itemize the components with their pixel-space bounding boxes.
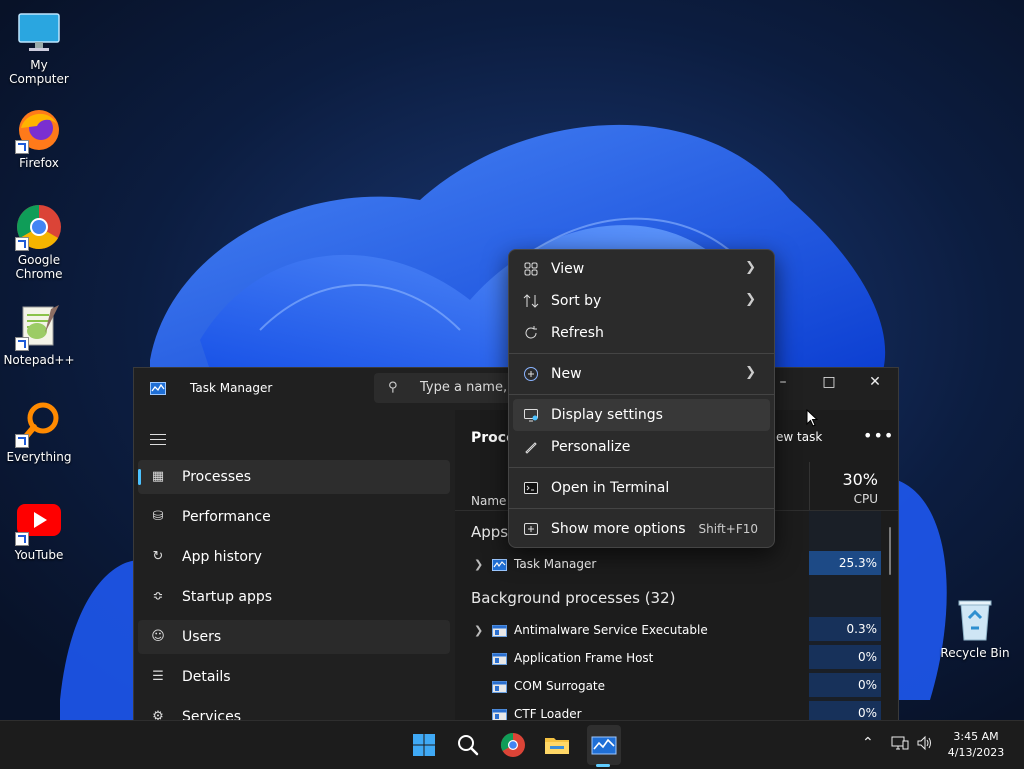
column-divider: [809, 462, 810, 510]
process-window-icon: [492, 625, 507, 637]
apps-group-header: Apps: [471, 523, 509, 541]
nav-item-services[interactable]: ⚙ Services: [138, 700, 450, 721]
new-plus-icon: [524, 367, 538, 381]
nav-item-processes[interactable]: ▦ Processes: [138, 460, 450, 494]
expand-chevron-icon[interactable]: ❯: [474, 624, 483, 637]
menu-item-display-settings[interactable]: Display settings: [513, 399, 770, 431]
navigation-pane: ▦ Processes ⛁ Performance ↻ App history …: [134, 410, 454, 721]
running-indicator: [596, 764, 610, 767]
file-explorer-icon[interactable]: [541, 729, 573, 761]
sort-icon: [523, 294, 539, 308]
network-icon[interactable]: [891, 735, 909, 751]
shortcut-label: Shift+F10: [698, 522, 758, 536]
volume-icon[interactable]: [916, 735, 934, 751]
cpu-column-header[interactable]: CPU: [854, 492, 878, 506]
show-hidden-icons-chevron-icon[interactable]: ⌃: [862, 735, 874, 751]
users-icon: ☺: [151, 629, 165, 644]
nav-item-performance[interactable]: ⛁ Performance: [138, 500, 450, 534]
processes-icon: ▦: [151, 469, 165, 484]
table-row[interactable]: Application Frame Host 0%: [455, 645, 898, 673]
personalize-pen-icon: [525, 442, 537, 454]
shortcut-arrow-icon: [15, 140, 29, 154]
everything-search-icon: [15, 400, 63, 448]
start-windows-icon[interactable]: [408, 729, 440, 761]
display-settings-icon: [524, 409, 538, 422]
table-row[interactable]: COM Surrogate 0%: [455, 673, 898, 701]
nav-item-details[interactable]: ☰ Details: [138, 660, 450, 694]
app-history-icon: ↻: [152, 549, 164, 564]
desktop-context-menu: View ❯ Sort by ❯ Refresh New ❯ Display s…: [508, 249, 775, 548]
shortcut-arrow-icon: [15, 337, 29, 351]
refresh-icon: [525, 326, 537, 339]
menu-item-view[interactable]: View ❯: [513, 253, 770, 285]
window-title: Task Manager: [190, 381, 273, 395]
menu-item-new[interactable]: New ❯: [513, 358, 770, 390]
youtube-icon: [15, 498, 63, 546]
menu-item-personalize[interactable]: Personalize: [513, 431, 770, 463]
menu-separator: [509, 508, 774, 509]
monitor-icon: [15, 8, 63, 56]
menu-item-sort-by[interactable]: Sort by ❯: [513, 285, 770, 317]
search-icon: ⚲: [388, 380, 398, 395]
desktop-icon-notepadpp[interactable]: Notepad++: [0, 303, 78, 367]
chrome-taskbar-icon[interactable]: [497, 729, 529, 761]
process-window-icon: [492, 653, 507, 665]
menu-separator: [509, 394, 774, 395]
chevron-right-icon: ❯: [745, 292, 756, 307]
task-manager-logo-icon: [150, 382, 166, 395]
table-row[interactable]: ❯ Task Manager 25.3%: [455, 551, 898, 579]
more-options-button[interactable]: •••: [863, 426, 894, 445]
table-row[interactable]: ❯ Antimalware Service Executable 0.3%: [455, 617, 898, 645]
hamburger-menu-icon[interactable]: [150, 430, 166, 449]
performance-icon: ⛁: [152, 509, 164, 524]
system-clock[interactable]: 3:45 AM 4/13/2023: [936, 729, 1016, 761]
task-manager-process-icon: [492, 559, 507, 571]
notepadpp-icon: [15, 303, 63, 351]
task-manager-taskbar-icon[interactable]: [588, 729, 620, 761]
nav-item-app-history[interactable]: ↻ App history: [138, 540, 450, 574]
menu-separator: [509, 467, 774, 468]
desktop-icon-everything[interactable]: Everything: [0, 400, 78, 464]
shortcut-arrow-icon: [15, 434, 29, 448]
shortcut-arrow-icon: [15, 532, 29, 546]
terminal-icon: [524, 482, 538, 494]
search-icon[interactable]: [452, 729, 484, 761]
chevron-right-icon: ❯: [745, 260, 756, 275]
desktop-icon-my-computer[interactable]: My Computer: [0, 8, 78, 86]
expand-chevron-icon[interactable]: ❯: [474, 558, 483, 571]
desktop-icon-youtube[interactable]: YouTube: [0, 498, 78, 562]
recycle-bin-icon: [951, 596, 999, 644]
chevron-right-icon: ❯: [745, 365, 756, 380]
desktop-icon-google-chrome[interactable]: Google Chrome: [0, 203, 78, 281]
mouse-cursor-icon: [806, 409, 818, 427]
clock-time: 3:45 AM: [953, 730, 999, 743]
background-group-header: Background processes (32): [471, 589, 676, 607]
details-icon: ☰: [152, 669, 164, 684]
menu-item-refresh[interactable]: Refresh: [513, 317, 770, 349]
startup-icon: ≎: [152, 589, 164, 604]
more-options-icon: [524, 523, 538, 535]
vertical-scrollbar[interactable]: [889, 527, 891, 575]
nav-item-startup-apps[interactable]: ≎ Startup apps: [138, 580, 450, 614]
view-grid-icon: [524, 262, 538, 276]
desktop-icon-firefox[interactable]: Firefox: [0, 106, 78, 170]
maximize-button[interactable]: □: [806, 368, 852, 398]
process-window-icon: [492, 681, 507, 693]
menu-item-show-more-options[interactable]: Show more options Shift+F10: [513, 513, 770, 545]
shortcut-arrow-icon: [15, 237, 29, 251]
search-input[interactable]: Type a name, p: [420, 380, 519, 395]
clock-date: 4/13/2023: [947, 746, 1005, 759]
firefox-icon: [15, 106, 63, 154]
nav-item-users[interactable]: ☺ Users: [138, 620, 450, 654]
menu-item-open-in-terminal[interactable]: Open in Terminal: [513, 472, 770, 504]
chrome-icon: [15, 203, 63, 251]
name-column-header[interactable]: Name: [471, 494, 506, 508]
desktop-icon-recycle-bin[interactable]: Recycle Bin: [936, 596, 1014, 660]
table-row[interactable]: CTF Loader 0%: [455, 701, 898, 721]
cpu-total-percent[interactable]: 30%: [842, 470, 878, 489]
taskbar: ⌃ 3:45 AM 4/13/2023: [0, 720, 1024, 769]
menu-separator: [509, 353, 774, 354]
close-button[interactable]: ✕: [852, 368, 898, 398]
